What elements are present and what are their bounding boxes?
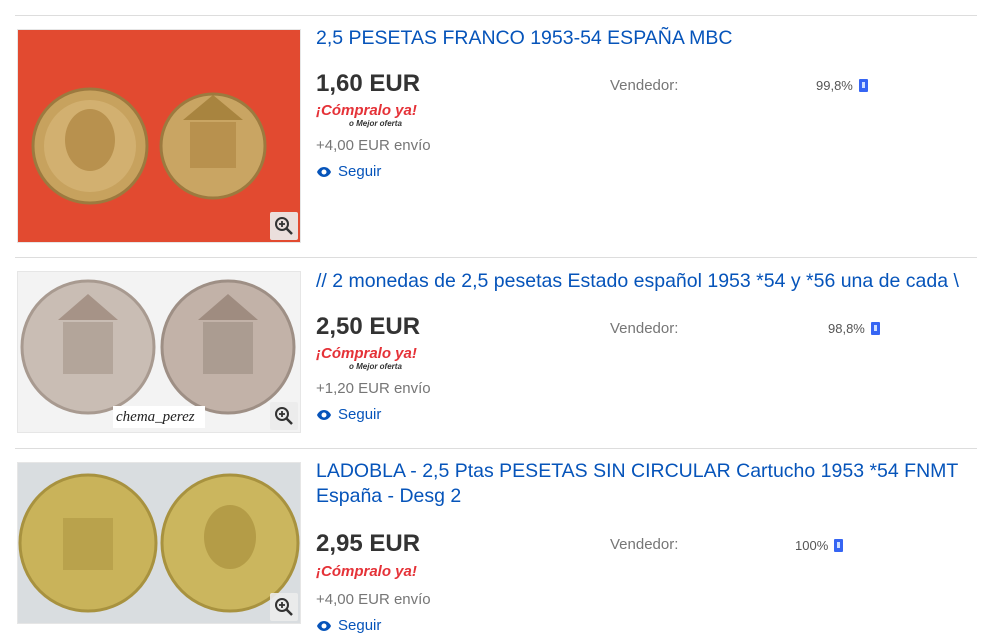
coin-photo [18,30,300,242]
eye-icon [317,166,331,177]
coin-photo [18,272,300,432]
best-offer-label: o Mejor oferta [349,362,402,371]
listing-title[interactable]: // 2 monedas de 2,5 pesetas Estado españ… [316,269,977,294]
seller-feedback: 98,8% [828,321,880,336]
listing-image[interactable] [17,462,301,624]
follow-label: Seguir [338,617,382,634]
seller-label: Vendedor: [610,536,679,553]
seller-feedback: 100% [795,538,844,553]
top-rated-badge-icon [870,322,880,335]
feedback-percent: 100% [795,538,829,553]
listing-title[interactable]: LADOBLA - 2,5 Ptas PESETAS SIN CIRCULAR … [316,459,977,509]
buy-now-logo: ¡Cómpralo ya! o Mejor oferta [316,346,436,374]
buy-now-label: ¡Cómpralo ya! [316,102,417,119]
best-offer-label: o Mejor oferta [349,119,402,128]
eye-icon [317,409,331,420]
image-watermark: chema_perez [116,409,195,425]
seller-label: Vendedor: [610,77,679,94]
listing-item: LADOBLA - 2,5 Ptas PESETAS SIN CIRCULAR … [15,448,977,644]
follow-button[interactable]: Seguir [316,617,381,634]
listing-title[interactable]: 2,5 PESETAS FRANCO 1953-54 ESPAÑA MBC [316,26,977,51]
shipping-cost: +1,20 EUR envío [316,380,431,397]
zoom-icon[interactable] [270,593,298,621]
eye-icon [317,620,331,631]
follow-label: Seguir [338,406,382,423]
top-rated-badge-icon [858,79,868,92]
listing-item: chema_perez // 2 monedas de 2,5 pesetas … [15,257,977,448]
listing-image[interactable] [17,29,301,243]
shipping-cost: +4,00 EUR envío [316,591,431,608]
buy-now-label: ¡Cómpralo ya! [316,345,417,362]
feedback-percent: 98,8% [828,321,865,336]
zoom-icon[interactable] [270,212,298,240]
buy-now-logo: ¡Cómpralo ya! [316,564,436,592]
coin-photo [18,463,300,623]
seller-feedback: 99,8% [816,78,868,93]
top-rated-badge-icon [834,539,844,552]
feedback-percent: 99,8% [816,78,853,93]
follow-button[interactable]: Seguir [316,406,381,423]
seller-label: Vendedor: [610,320,679,337]
shipping-cost: +4,00 EUR envío [316,137,431,154]
follow-button[interactable]: Seguir [316,163,381,180]
buy-now-logo: ¡Cómpralo ya! o Mejor oferta [316,103,436,131]
buy-now-label: ¡Cómpralo ya! [316,563,417,580]
listing-price: 2,50 EUR [316,313,421,340]
listing-image[interactable]: chema_perez [17,271,301,433]
zoom-icon[interactable] [270,402,298,430]
listing-price: 2,95 EUR [316,530,421,557]
listing-item: 2,5 PESETAS FRANCO 1953-54 ESPAÑA MBC 1,… [15,15,977,256]
listing-price: 1,60 EUR [316,70,421,97]
follow-label: Seguir [338,163,382,180]
